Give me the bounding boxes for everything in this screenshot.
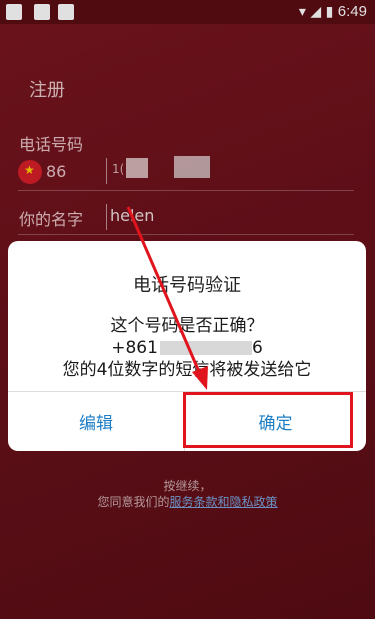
number-prefix: +861 <box>111 338 158 358</box>
dialog-info: 您的4位数字的短信将被发送给它 <box>62 360 312 380</box>
redaction-block <box>159 341 252 355</box>
dialog-number: +861 6 <box>8 337 366 359</box>
annotation-highlight <box>183 392 353 448</box>
registration-screen: ▾ ◢ ▮ 6:49 注册 电话号码 86 1( 你的名字 helen 按继续，… <box>0 0 375 619</box>
number-visible: 6 <box>251 338 263 358</box>
dialog-question: 这个号码是否正确？ <box>110 316 264 336</box>
edit-button[interactable]: 编辑 <box>8 391 184 451</box>
dialog-title: 电话号码验证 <box>133 275 241 296</box>
dialog-message: 这个号码是否正确？ +861 6 您的4位数字的短信将被发送给它 <box>8 315 366 381</box>
